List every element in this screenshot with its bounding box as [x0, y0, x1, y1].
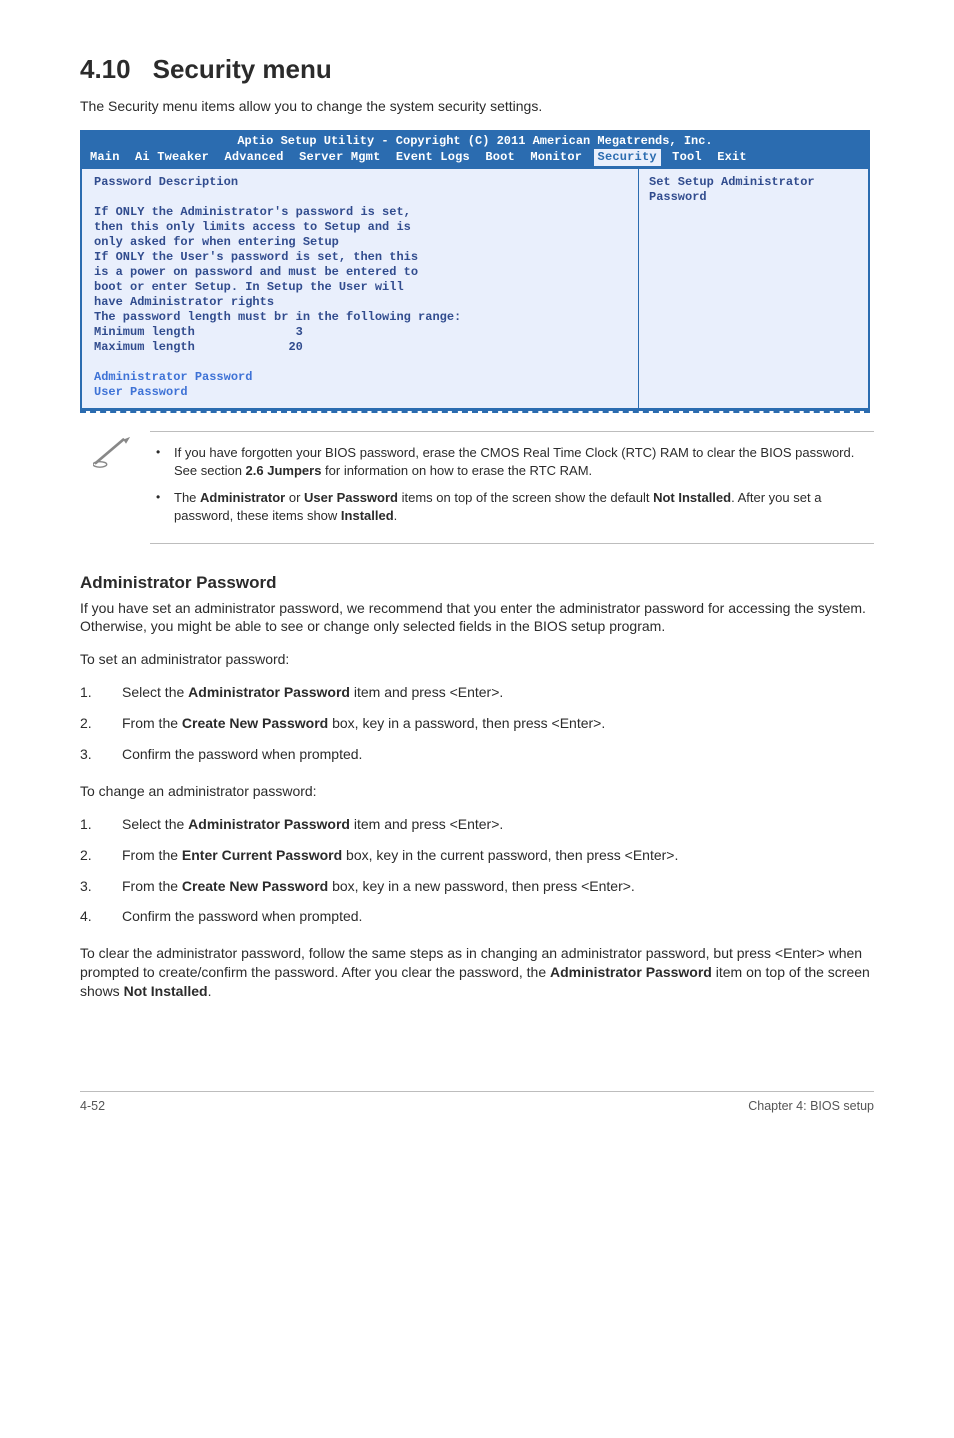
- step: 2.From the Create New Password box, key …: [80, 714, 874, 733]
- min-length-row: Minimum length 3: [94, 325, 628, 340]
- step: 1.Select the Administrator Password item…: [80, 683, 874, 702]
- intro-text: The Security menu items allow you to cha…: [80, 97, 874, 116]
- step: 3.From the Create New Password box, key …: [80, 877, 874, 896]
- clear-para: To clear the administrator password, fol…: [80, 944, 874, 1001]
- page-heading: 4.10 Security menu: [80, 52, 874, 87]
- pwd-desc-line: is a power on password and must be enter…: [94, 265, 628, 280]
- tab-monitor[interactable]: Monitor: [526, 150, 586, 164]
- user-password-item[interactable]: User Password: [94, 385, 628, 400]
- change-steps: 1.Select the Administrator Password item…: [80, 815, 874, 927]
- step: 3.Confirm the password when prompted.: [80, 745, 874, 764]
- tab-tool[interactable]: Tool: [668, 150, 706, 164]
- tab-event-logs[interactable]: Event Logs: [392, 150, 474, 164]
- admin-password-para: If you have set an administrator passwor…: [80, 599, 874, 637]
- chapter-label: Chapter 4: BIOS setup: [748, 1098, 874, 1115]
- tab-main[interactable]: Main: [86, 150, 124, 164]
- step: 2.From the Enter Current Password box, k…: [80, 846, 874, 865]
- bios-panel: Aptio Setup Utility - Copyright (C) 2011…: [80, 130, 870, 411]
- page-footer: 4-52 Chapter 4: BIOS setup: [80, 1091, 874, 1115]
- bios-title: Aptio Setup Utility - Copyright (C) 2011…: [82, 132, 868, 149]
- admin-password-item[interactable]: Administrator Password: [94, 370, 628, 385]
- tab-advanced[interactable]: Advanced: [220, 150, 287, 164]
- tear-line: [80, 411, 870, 419]
- note-icon: [80, 431, 150, 543]
- note-bullet: If you have forgotten your BIOS password…: [150, 444, 874, 479]
- pwd-desc-line: If ONLY the User's password is set, then…: [94, 250, 628, 265]
- max-length-row: Maximum length 20: [94, 340, 628, 355]
- bios-help-pane: Set Setup Administrator Password: [638, 169, 868, 408]
- help-line: Password: [649, 190, 858, 205]
- tab-boot[interactable]: Boot: [481, 150, 519, 164]
- page-number: 4-52: [80, 1098, 105, 1115]
- pwd-desc-line: only asked for when entering Setup: [94, 235, 628, 250]
- bios-tabs: Main Ai Tweaker Advanced Server Mgmt Eve…: [82, 149, 868, 168]
- note-bullet: The Administrator or User Password items…: [150, 489, 874, 524]
- tab-server-mgmt[interactable]: Server Mgmt: [295, 150, 384, 164]
- set-intro: To set an administrator password:: [80, 650, 874, 669]
- pwd-desc-line: If ONLY the Administrator's password is …: [94, 205, 628, 220]
- section-number: 4.10: [80, 54, 131, 84]
- note-block: If you have forgotten your BIOS password…: [80, 427, 874, 543]
- pwd-desc-line: then this only limits access to Setup an…: [94, 220, 628, 235]
- change-intro: To change an administrator password:: [80, 782, 874, 801]
- tab-ai-tweaker[interactable]: Ai Tweaker: [131, 150, 213, 164]
- admin-password-heading: Administrator Password: [80, 572, 874, 595]
- help-line: Set Setup Administrator: [649, 175, 858, 190]
- pwd-desc-line: The password length must br in the follo…: [94, 310, 628, 325]
- bios-body: Password Description If ONLY the Adminis…: [82, 168, 868, 409]
- section-title: Security menu: [153, 54, 332, 84]
- step: 4.Confirm the password when prompted.: [80, 907, 874, 926]
- step: 1.Select the Administrator Password item…: [80, 815, 874, 834]
- pwd-desc-line: boot or enter Setup. In Setup the User w…: [94, 280, 628, 295]
- pwd-desc-heading: Password Description: [94, 175, 628, 190]
- tab-exit[interactable]: Exit: [713, 150, 751, 164]
- bios-left-pane: Password Description If ONLY the Adminis…: [82, 169, 638, 408]
- tab-security[interactable]: Security: [594, 149, 661, 166]
- pwd-desc-line: have Administrator rights: [94, 295, 628, 310]
- set-steps: 1.Select the Administrator Password item…: [80, 683, 874, 764]
